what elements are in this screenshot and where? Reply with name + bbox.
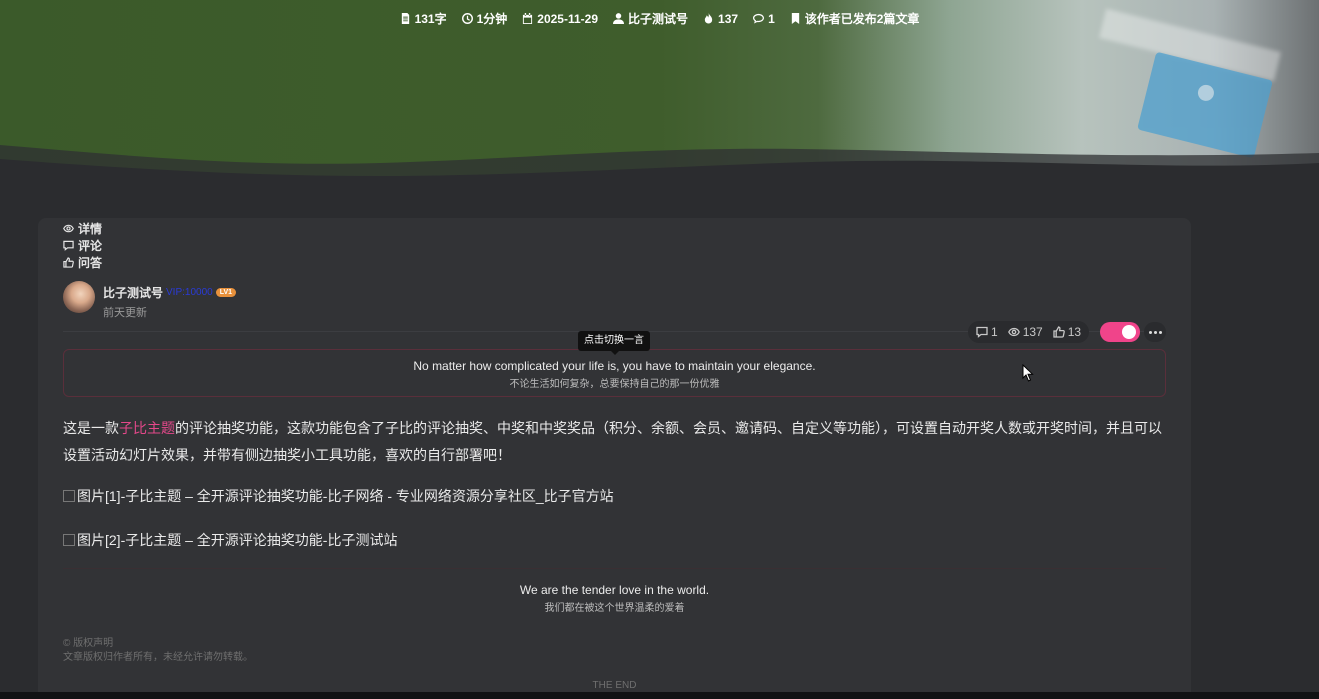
eye-icon [63, 224, 74, 233]
comment-icon [753, 13, 765, 24]
divider [63, 568, 1166, 569]
article-meta-bar: 131字 1分钟 2025-11-29 比子测试号 137 1 该作者已发布2篇… [0, 10, 1319, 27]
comment-icon [976, 326, 988, 338]
author-block: 比子测试号 VIP:10000 LV1 前天更新 [63, 281, 237, 320]
author-name-row: 比子测试号 VIP:10000 LV1 [103, 284, 237, 301]
meta-read-time: 1分钟 [461, 10, 507, 27]
article-image-2: 图片[2]-子比主题 – 全开源评论抽奖功能-比子测试站 [63, 530, 397, 550]
the-end-label: THE END [592, 680, 637, 691]
tab-qa[interactable]: 问答 [63, 254, 102, 271]
level-badge: LV1 [215, 288, 237, 297]
tab-comments[interactable]: 评论 [63, 237, 102, 254]
clock-icon [461, 13, 473, 24]
hero-banner: 131字 1分钟 2025-11-29 比子测试号 137 1 该作者已发布2篇… [0, 0, 1319, 215]
article-card: 详情 评论 问答 比子测试号 VIP:10000 LV1 前天更新 1 137 … [38, 218, 1191, 699]
article-tabs: 详情 评论 问答 [63, 220, 102, 271]
more-dot-icon [1153, 330, 1157, 334]
hero-wave [0, 145, 1319, 215]
quote-chinese: 不论生活如何复杂，总要保持自己的那一份优雅 [509, 379, 720, 390]
stat-views: 137 [1007, 325, 1043, 339]
copyright-title: © 版权声明 [63, 638, 114, 649]
hitokoto-quote-box[interactable]: No matter how complicated your life is, … [63, 349, 1166, 397]
flame-icon [704, 13, 713, 24]
document-icon [401, 13, 409, 24]
stat-likes[interactable]: 13 [1053, 325, 1081, 339]
updated-time: 前天更新 [103, 307, 147, 319]
end-quote: We are the tender love in the world. 我们都… [38, 583, 1191, 614]
mouse-cursor-icon [1022, 364, 1034, 382]
thumb-icon [1053, 326, 1065, 338]
end-quote-english: We are the tender love in the world. [519, 583, 710, 597]
comment-icon [63, 240, 74, 251]
switch-quote-tooltip: 点击切换一言 [578, 331, 650, 355]
avatar[interactable] [63, 281, 95, 313]
more-dot-icon [1148, 330, 1152, 334]
calendar-icon [523, 13, 533, 24]
meta-comments[interactable]: 1 [753, 10, 775, 27]
article-image-1: 图片[1]-子比主题 – 全开源评论抽奖功能-比子网络 - 专业网络资源分享社区… [63, 486, 614, 506]
more-dot-icon [1158, 330, 1162, 334]
meta-word-count: 131字 [400, 10, 447, 27]
meta-date: 2025-11-29 [522, 10, 598, 27]
meta-author[interactable]: 比子测试号 [613, 10, 688, 27]
stat-comments[interactable]: 1 [976, 325, 998, 339]
article-stats: 1 137 13 [968, 321, 1090, 343]
theme-toggle[interactable] [1100, 322, 1140, 342]
copyright-notice: © 版权声明 文章版权归作者所有，未经允许请勿转载。 [63, 637, 253, 665]
meta-hot: 137 [703, 10, 738, 27]
broken-image-icon [63, 490, 75, 502]
tab-details[interactable]: 详情 [63, 220, 102, 237]
copyright-text: 文章版权归作者所有，未经允许请勿转载。 [63, 652, 253, 663]
more-options-button[interactable] [1144, 322, 1166, 342]
quote-english: No matter how complicated your life is, … [413, 359, 816, 373]
theme-link[interactable]: 子比主题 [119, 420, 175, 436]
broken-image-icon [63, 534, 75, 546]
vip-badge: VIP:10000 [166, 287, 213, 298]
eye-icon [1007, 327, 1020, 337]
bookmark-icon [791, 13, 799, 24]
bottom-bar [0, 692, 1319, 699]
meta-articles: 该作者已发布2篇文章 [790, 10, 919, 27]
user-icon [613, 13, 625, 24]
author-name[interactable]: 比子测试号 [103, 284, 163, 301]
end-quote-chinese: 我们都在被这个世界温柔的爱着 [544, 603, 685, 614]
thumb-icon [63, 257, 74, 268]
article-body: 这是一款子比主题的评论抽奖功能，这款功能包含了子比的评论抽奖、中奖和中奖奖品（积… [63, 420, 1162, 463]
